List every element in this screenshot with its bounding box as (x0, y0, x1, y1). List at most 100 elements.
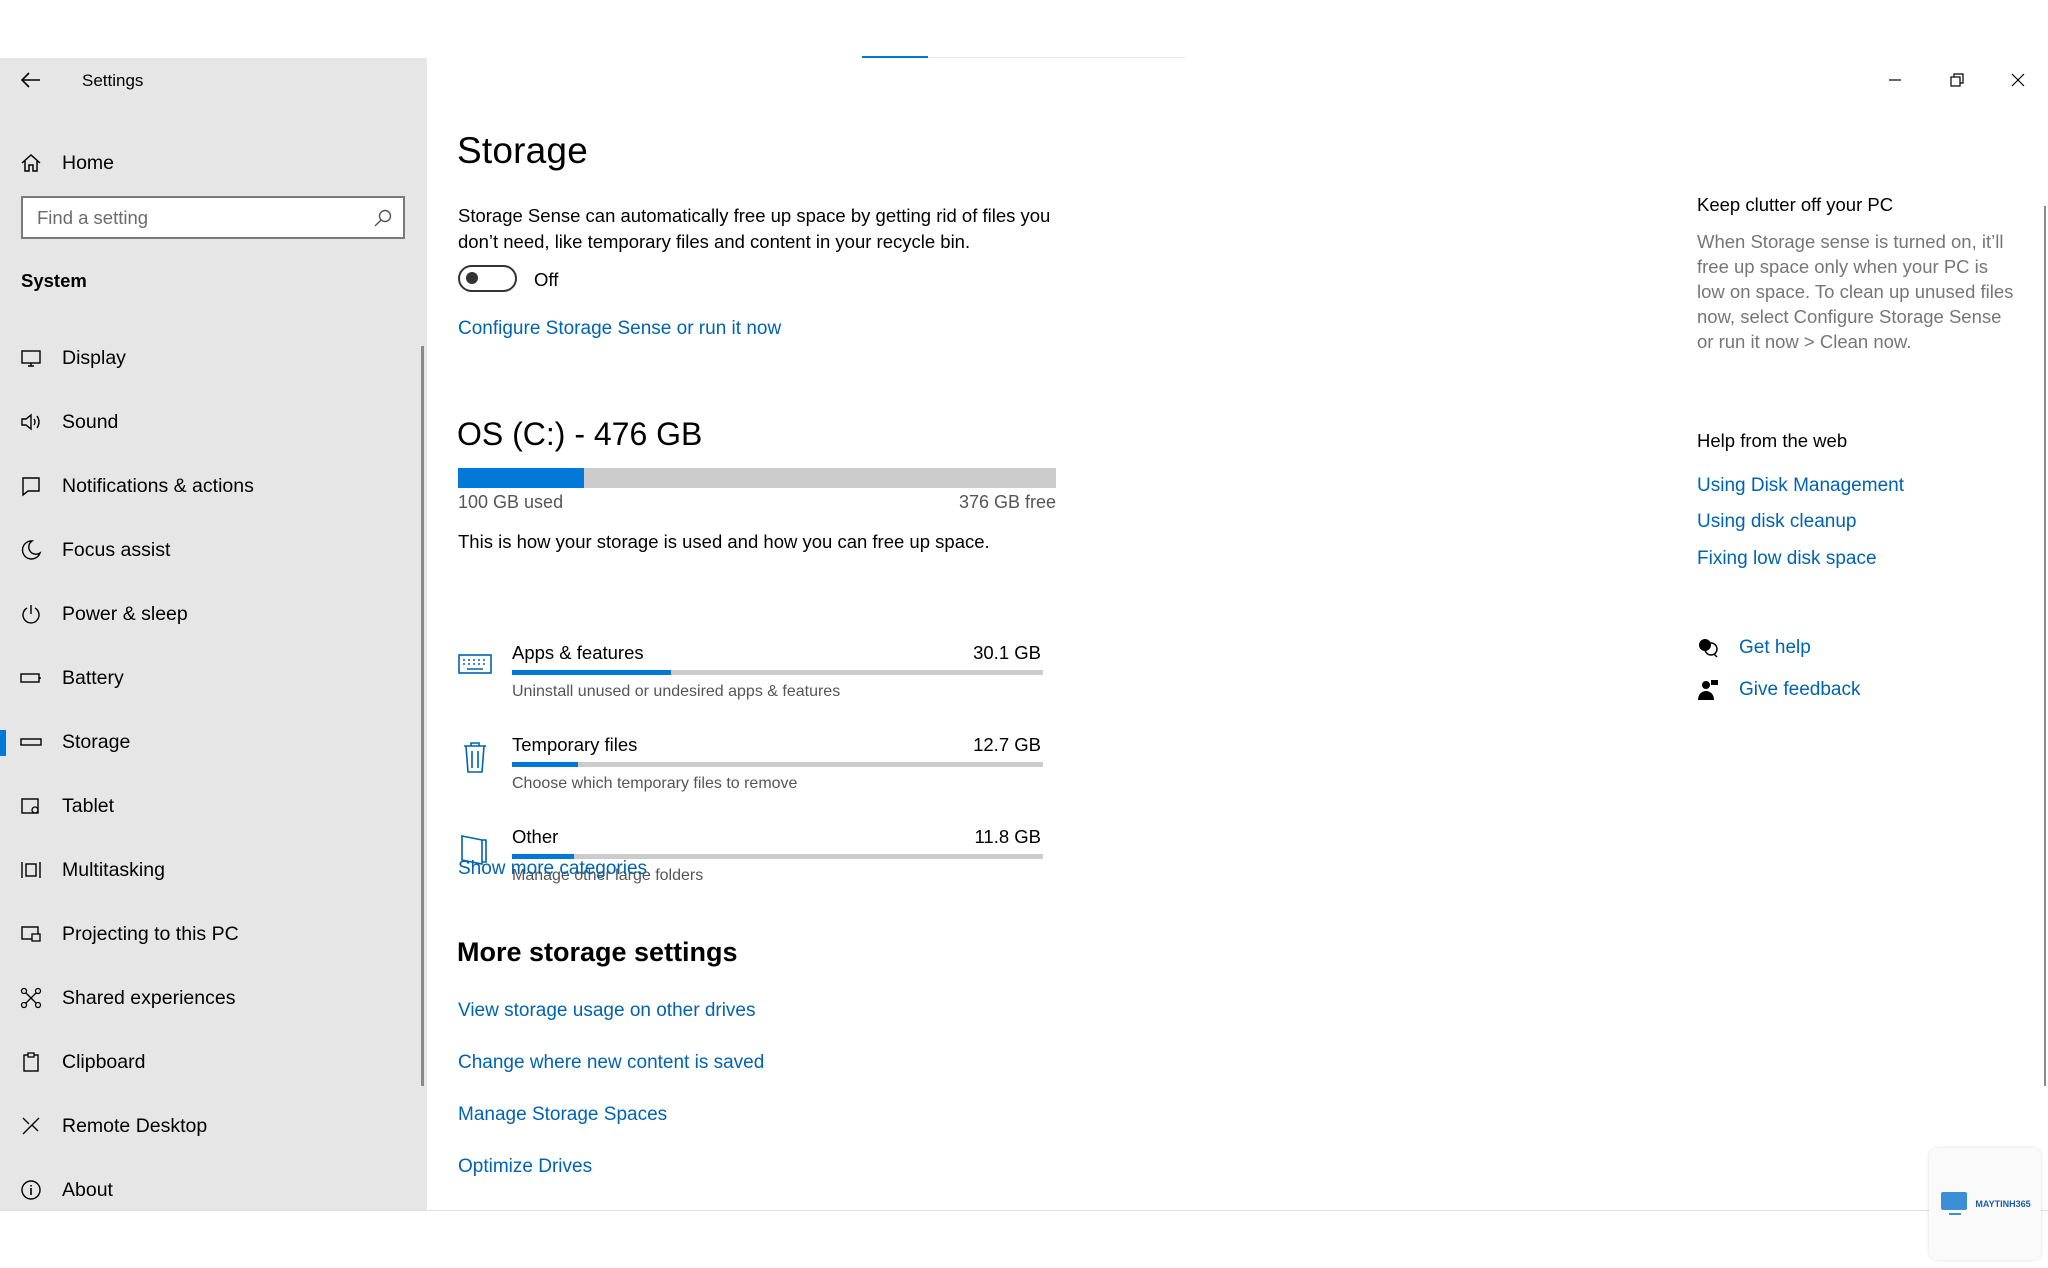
restore-icon (1950, 73, 1964, 87)
close-button[interactable] (1995, 68, 2041, 92)
search-input[interactable] (23, 206, 363, 229)
category-bar-fill (512, 762, 579, 767)
sidebar-item-display[interactable]: Display (0, 326, 427, 390)
category-name: Other (512, 826, 559, 847)
category-apps-features[interactable]: Apps & features 30.1 GB Uninstall unused… (458, 642, 1078, 722)
sidebar-item-label: Storage (62, 730, 131, 753)
drive-free-label: 376 GB free (958, 492, 1056, 512)
moon-icon (20, 539, 42, 561)
drive-used-label: 100 GB used (458, 492, 564, 512)
search-box[interactable] (21, 196, 405, 239)
sidebar-item-shared-experiences[interactable]: Shared experiences (0, 966, 427, 1030)
category-temporary-files[interactable]: Temporary files 12.7 GB Choose which tem… (458, 734, 1078, 814)
nav-list: Display Sound Notifications & actions Fo… (0, 326, 427, 1222)
shared-icon (20, 987, 42, 1009)
view-other-drives-link[interactable]: View storage usage on other drives (458, 1000, 756, 1022)
main-content: Storage Storage Sense can automatically … (427, 58, 2048, 1210)
category-description: Choose which temporary files to remove (512, 775, 798, 792)
sidebar-item-label: Tablet (62, 794, 115, 817)
category-bar (512, 762, 1043, 767)
storage-sense-toggle[interactable] (458, 265, 517, 292)
category-size: 30.1 GB (973, 642, 1041, 663)
get-help-link[interactable]: Get help (1739, 637, 1811, 659)
sidebar-scrollbar[interactable] (421, 346, 424, 1086)
sidebar-item-label: Projecting to this PC (62, 922, 239, 945)
page-title: Storage (457, 130, 588, 171)
bottom-strip (0, 1210, 2048, 1268)
give-feedback-link[interactable]: Give feedback (1739, 679, 1860, 701)
toggle-knob (466, 272, 478, 284)
drive-usage-bar (458, 468, 1056, 488)
toggle-state-label: Off (534, 269, 559, 290)
main-scrollbar[interactable] (2044, 206, 2046, 1086)
sidebar-item-label: Shared experiences (62, 986, 236, 1009)
minimize-icon (1889, 79, 1901, 81)
power-icon (20, 603, 42, 625)
speaker-icon (20, 411, 42, 433)
clipboard-icon (20, 1051, 42, 1073)
monitor-logo-icon (1941, 1192, 1968, 1215)
multitasking-icon (20, 859, 42, 881)
storage-sense-description: Storage Sense can automatically free up … (458, 205, 1051, 252)
restore-button[interactable] (1934, 68, 1980, 92)
drive-usage-fill (458, 468, 584, 488)
minimize-button[interactable] (1872, 68, 1918, 92)
sidebar-item-power-sleep[interactable]: Power & sleep (0, 582, 427, 646)
feedback-icon (1698, 680, 1718, 700)
sidebar-item-label: About (62, 1178, 113, 1201)
category-name: Temporary files (512, 734, 638, 755)
sidebar-item-storage[interactable]: Storage (0, 710, 427, 774)
watermark-text: MAYTINH365 (1975, 1199, 2031, 1209)
tip-heading: Keep clutter off your PC (1697, 194, 1894, 215)
sidebar-item-label: Multitasking (62, 858, 165, 881)
home-icon (20, 152, 42, 174)
sidebar-item-focus-assist[interactable]: Focus assist (0, 518, 427, 582)
sidebar-item-tablet[interactable]: Tablet (0, 774, 427, 838)
category-size: 11.8 GB (974, 826, 1041, 847)
home-nav[interactable]: Home (0, 138, 427, 188)
give-feedback-row[interactable]: Give feedback (1697, 679, 1860, 701)
category-bar (512, 670, 1043, 675)
sidebar-item-battery[interactable]: Battery (0, 646, 427, 710)
back-arrow-icon (21, 72, 40, 88)
get-help-row[interactable]: Get help (1697, 637, 1811, 659)
monitor-icon (20, 347, 42, 369)
disk-cleanup-link[interactable]: Using disk cleanup (1697, 511, 1856, 533)
configure-storage-sense-link[interactable]: Configure Storage Sense or run it now (458, 318, 781, 340)
disk-management-link[interactable]: Using Disk Management (1697, 475, 1904, 497)
title-bar: Settings (0, 58, 427, 102)
search-icon[interactable] (373, 208, 393, 228)
app-title: Settings (82, 71, 144, 90)
close-icon (2011, 73, 2025, 87)
show-more-categories-link[interactable]: Show more categories (458, 858, 647, 880)
sidebar-item-remote-desktop[interactable]: Remote Desktop (0, 1094, 427, 1158)
category-bar-fill (512, 670, 672, 675)
sidebar-item-clipboard[interactable]: Clipboard (0, 1030, 427, 1094)
back-button[interactable] (14, 67, 48, 93)
trash-icon (464, 742, 486, 773)
keyboard-icon (458, 654, 492, 674)
sidebar-item-label: Battery (62, 666, 124, 689)
chat-help-icon (1699, 639, 1718, 658)
change-content-location-link[interactable]: Change where new content is saved (458, 1052, 764, 1074)
sidebar-item-label: Clipboard (62, 1050, 146, 1073)
battery-icon (20, 667, 42, 689)
low-disk-space-link[interactable]: Fixing low disk space (1697, 548, 1877, 570)
sidebar-item-label: Sound (62, 410, 119, 433)
sidebar-item-projecting[interactable]: Projecting to this PC (0, 902, 427, 966)
sidebar-item-multitasking[interactable]: Multitasking (0, 838, 427, 902)
sidebar-item-label: Notifications & actions (62, 474, 254, 497)
watermark-logo: MAYTINH365 (1929, 1148, 2041, 1260)
top-strip (0, 0, 2048, 58)
manage-storage-spaces-link[interactable]: Manage Storage Spaces (458, 1104, 667, 1126)
sidebar-item-sound[interactable]: Sound (0, 390, 427, 454)
category-description: Uninstall unused or undesired apps & fea… (512, 683, 841, 700)
home-label: Home (62, 151, 115, 174)
optimize-drives-link[interactable]: Optimize Drives (458, 1156, 592, 1178)
remote-desktop-icon (20, 1115, 42, 1137)
sidebar-item-label: Focus assist (62, 538, 171, 561)
info-icon (20, 1179, 42, 1201)
settings-window: Settings Home System Display Sound (0, 58, 2048, 1210)
sidebar: Settings Home System Display Sound (0, 58, 427, 1210)
sidebar-item-notifications[interactable]: Notifications & actions (0, 454, 427, 518)
